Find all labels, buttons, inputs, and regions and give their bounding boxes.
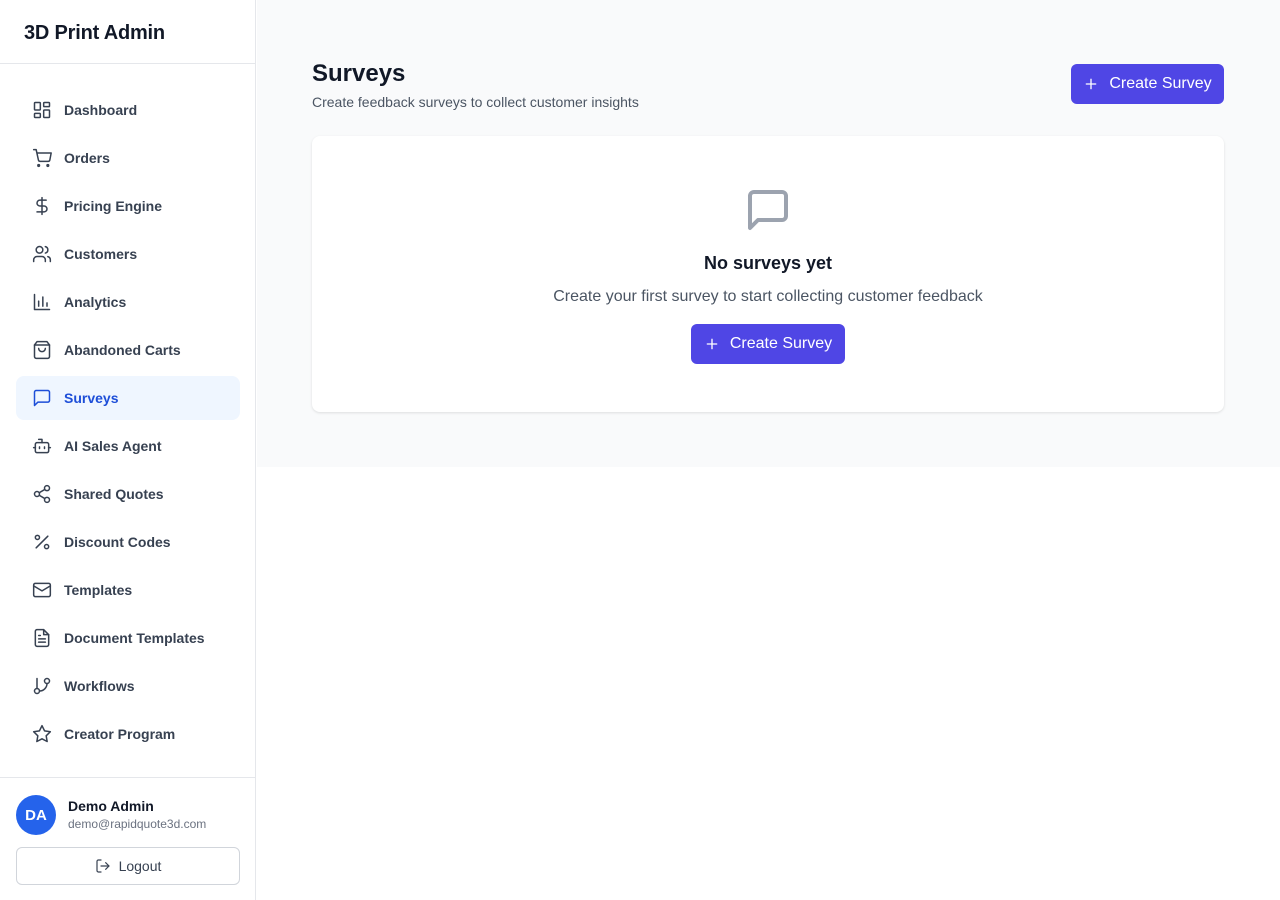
git-branch-icon bbox=[32, 676, 52, 696]
bar-chart-icon bbox=[32, 292, 52, 312]
empty-create-survey-button[interactable]: Create Survey bbox=[691, 324, 845, 364]
sidebar-item-ai-sales-agent[interactable]: AI Sales Agent bbox=[16, 424, 240, 468]
sidebar: 3D Print Admin Dashboard Orders Pricing … bbox=[0, 0, 256, 900]
sidebar-item-label: Pricing Engine bbox=[64, 198, 163, 214]
sidebar-item-label: Dashboard bbox=[64, 102, 138, 118]
sidebar-item-label: AI Sales Agent bbox=[64, 438, 162, 454]
message-square-icon bbox=[744, 186, 792, 234]
shopping-bag-icon bbox=[32, 340, 52, 360]
sidebar-item-document-templates[interactable]: Document Templates bbox=[16, 616, 240, 660]
user-info: Demo Admin demo@rapidquote3d.com bbox=[68, 797, 206, 833]
message-square-icon bbox=[32, 388, 52, 408]
sidebar-item-label: Document Templates bbox=[64, 630, 205, 646]
sidebar-item-workflows[interactable]: Workflows bbox=[16, 664, 240, 708]
user-name: Demo Admin bbox=[68, 798, 154, 814]
percent-icon bbox=[32, 532, 52, 552]
page-subtitle: Create feedback surveys to collect custo… bbox=[312, 94, 639, 110]
sidebar-item-label: Creator Program bbox=[64, 726, 176, 742]
plus-icon bbox=[1086, 78, 1097, 90]
sidebar-item-creator-program[interactable]: Creator Program bbox=[16, 712, 240, 756]
user-panel: DA Demo Admin demo@rapidquote3d.com Logo… bbox=[0, 777, 255, 900]
sidebar-item-shared-quotes[interactable]: Shared Quotes bbox=[16, 472, 240, 516]
sidebar-item-label: Analytics bbox=[64, 294, 127, 310]
mail-icon bbox=[32, 580, 52, 600]
logout-icon bbox=[95, 859, 110, 873]
file-text-icon bbox=[32, 628, 52, 648]
logout-button[interactable]: Logout bbox=[16, 847, 240, 885]
page-title: Surveys bbox=[312, 60, 406, 87]
sidebar-item-surveys[interactable]: Surveys bbox=[16, 376, 240, 420]
user-email: demo@rapidquote3d.com bbox=[68, 817, 207, 831]
cart-icon bbox=[32, 148, 52, 168]
sidebar-item-label: Abandoned Carts bbox=[64, 342, 181, 358]
logout-label: Logout bbox=[118, 858, 162, 874]
sidebar-item-abandoned-carts[interactable]: Abandoned Carts bbox=[16, 328, 240, 372]
dashboard-icon bbox=[32, 100, 52, 120]
sidebar-item-label: Shared Quotes bbox=[64, 486, 164, 502]
bot-icon bbox=[32, 436, 52, 456]
avatar: DA bbox=[16, 795, 56, 835]
create-survey-label: Create Survey bbox=[1109, 75, 1212, 92]
sidebar-item-label: Workflows bbox=[64, 678, 135, 694]
sidebar-item-discount-codes[interactable]: Discount Codes bbox=[16, 520, 240, 564]
sidebar-item-pricing-engine[interactable]: Pricing Engine bbox=[16, 184, 240, 228]
sidebar-item-label: Discount Codes bbox=[64, 534, 171, 550]
sidebar-nav: Dashboard Orders Pricing Engine Customer… bbox=[16, 88, 240, 760]
users-icon bbox=[32, 244, 52, 264]
empty-state-card: No surveys yet Create your first survey … bbox=[312, 136, 1224, 412]
dollar-icon bbox=[32, 196, 52, 216]
create-survey-button[interactable]: Create Survey bbox=[1071, 64, 1224, 104]
share-icon bbox=[32, 484, 52, 504]
sidebar-item-customers[interactable]: Customers bbox=[16, 232, 240, 276]
plus-icon bbox=[706, 338, 718, 350]
empty-state-title: No surveys yet bbox=[703, 253, 833, 273]
sidebar-item-label: Templates bbox=[64, 582, 133, 598]
sidebar-item-label: Orders bbox=[64, 150, 110, 166]
star-icon bbox=[32, 724, 52, 744]
sidebar-item-label: Surveys bbox=[64, 390, 119, 406]
sidebar-item-analytics[interactable]: Analytics bbox=[16, 280, 240, 324]
app-title: 3D Print Admin bbox=[0, 0, 255, 64]
create-survey-label: Create Survey bbox=[729, 335, 833, 352]
user-profile: DA Demo Admin demo@rapidquote3d.com bbox=[16, 795, 239, 835]
sidebar-item-templates[interactable]: Templates bbox=[16, 568, 240, 612]
empty-state-text: Create your first survey to start collec… bbox=[553, 288, 983, 305]
sidebar-item-orders[interactable]: Orders bbox=[16, 136, 240, 180]
sidebar-item-dashboard[interactable]: Dashboard bbox=[16, 88, 240, 132]
sidebar-item-label: Customers bbox=[64, 246, 138, 262]
